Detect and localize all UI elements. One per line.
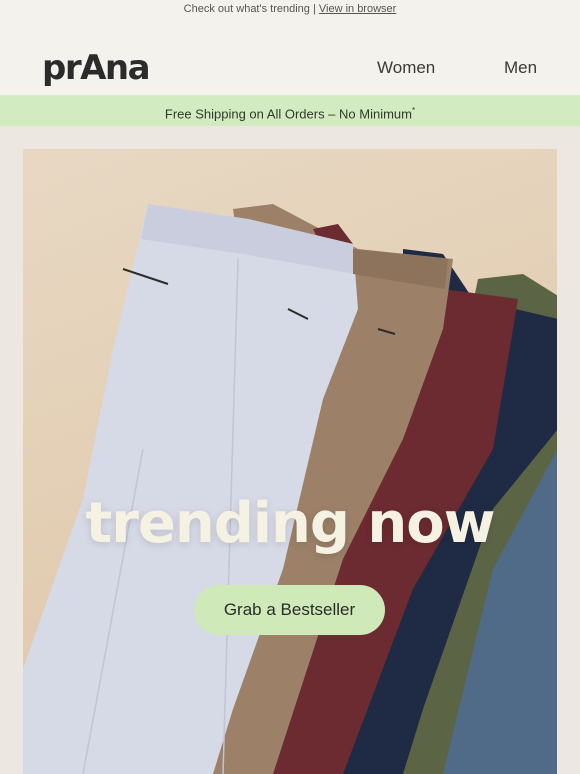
preheader-text: Check out what's trending | [183, 3, 319, 15]
header: prAna Women Men [0, 18, 580, 95]
banner-text: Free Shipping on All Orders – No Minimum [164, 106, 412, 122]
pants-illustration [23, 204, 557, 774]
grab-bestseller-button[interactable]: Grab a Bestseller [194, 585, 385, 635]
preheader: Check out what's trending | View in brow… [0, 0, 580, 18]
banner-footnote-mark: * [411, 106, 416, 115]
free-shipping-banner[interactable]: Free Shipping on All Orders – No Minimum… [0, 95, 580, 126]
hero-title: trending now [85, 491, 495, 556]
hero-section: trending now Grab a Bestseller [0, 126, 580, 774]
nav-men-link[interactable]: Men [504, 58, 537, 78]
prana-logo[interactable]: prAna [42, 48, 151, 88]
hero-image[interactable]: trending now Grab a Bestseller [23, 149, 557, 774]
nav-women-link[interactable]: Women [377, 58, 435, 78]
view-in-browser-link[interactable]: View in browser [319, 3, 396, 15]
